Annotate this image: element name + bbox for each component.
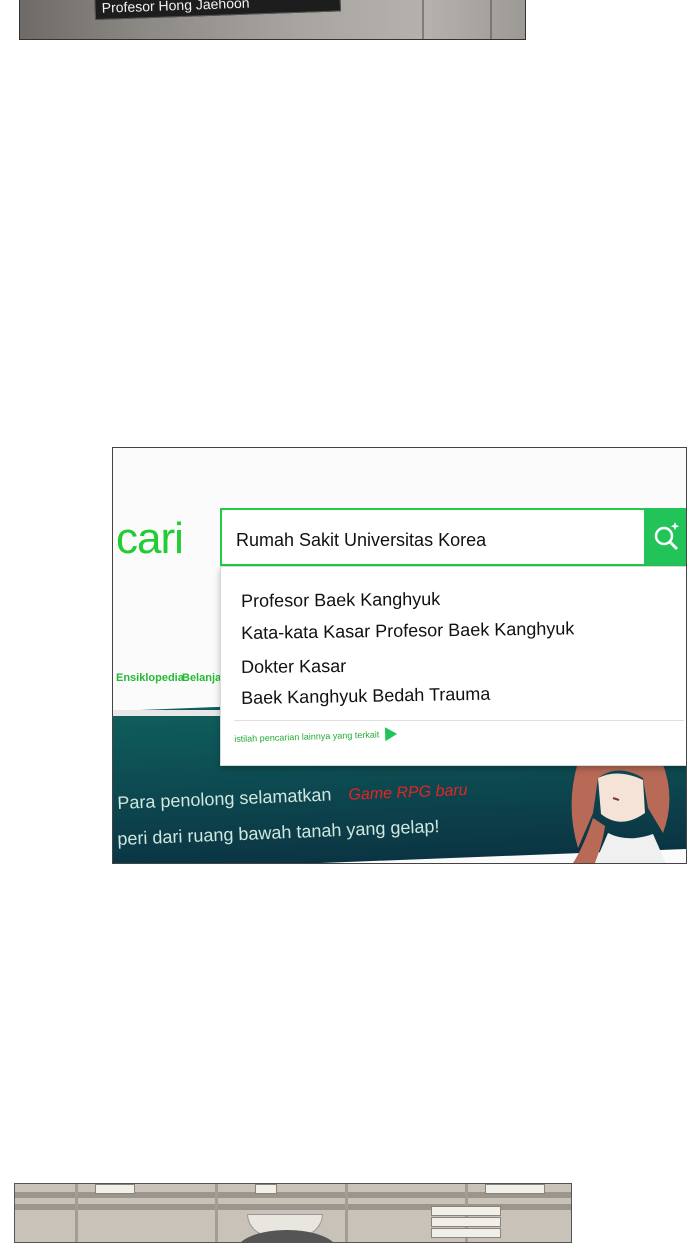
shelf-post xyxy=(75,1184,78,1242)
name-plate: Profesor Hong Jaehoon xyxy=(94,0,342,20)
book xyxy=(431,1217,501,1227)
door-line xyxy=(490,0,492,39)
search-input[interactable]: Rumah Sakit Universitas Korea xyxy=(236,530,486,551)
suggestion-item[interactable]: Kata-kata Kasar Profesor Baek Kanghyuk xyxy=(241,618,574,644)
search-icon xyxy=(654,522,680,551)
search-screen-panel: cari Ensiklopedia Belanja Para penolong … xyxy=(112,447,687,864)
suggestion-item[interactable]: Baek Kanghyuk Bedah Trauma xyxy=(241,684,491,709)
book xyxy=(255,1184,277,1194)
shelf-post xyxy=(215,1184,218,1242)
nav-item-ensiklopedia[interactable]: Ensiklopedia xyxy=(116,672,184,684)
more-related-link[interactable]: istilah pencarian lainnya yang terkait xyxy=(234,726,398,746)
book xyxy=(95,1184,135,1194)
play-arrow-icon xyxy=(385,726,398,742)
nav-item-belanja[interactable]: Belanja xyxy=(182,672,221,684)
dropdown-divider xyxy=(234,720,684,721)
name-plate-text: Profesor Hong Jaehoon xyxy=(101,0,250,16)
more-related-text: istilah pencarian lainnya yang terkait xyxy=(234,729,380,744)
book xyxy=(485,1184,545,1194)
top-comic-panel: Profesor Hong Jaehoon xyxy=(19,0,526,40)
suggestion-item[interactable]: Profesor Baek Kanghyuk xyxy=(241,589,440,612)
bottom-comic-panel xyxy=(14,1183,572,1243)
site-logo[interactable]: cari xyxy=(116,514,184,564)
book xyxy=(431,1206,501,1216)
nav-divider xyxy=(113,710,223,716)
suggestion-dropdown: Profesor Baek Kanghyuk Kata-kata Kasar P… xyxy=(220,566,686,766)
suggestion-item[interactable]: Dokter Kasar xyxy=(241,656,346,678)
shelf-post xyxy=(345,1184,348,1242)
book xyxy=(431,1228,501,1238)
character-head xyxy=(237,1230,337,1242)
door-line xyxy=(422,0,424,39)
search-button[interactable] xyxy=(644,508,686,566)
banner-tag: Game RPG baru xyxy=(348,781,468,804)
search-box[interactable]: Rumah Sakit Universitas Korea xyxy=(220,508,686,566)
